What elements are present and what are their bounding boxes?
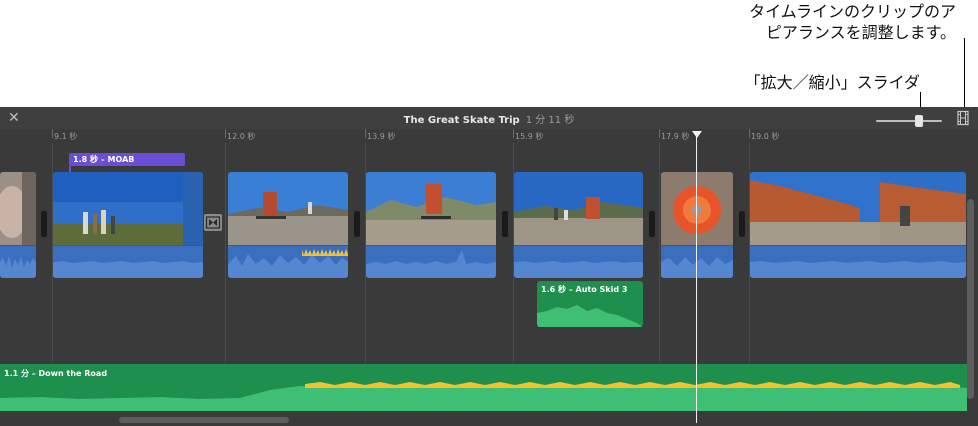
appearance-callout-leader [964,38,965,107]
project-name: The Great Skate Trip [403,115,520,126]
grid-line [225,143,226,363]
ruler-tick: 9.1 秒 [54,132,78,141]
ruler-tickline [749,129,750,138]
video-clip[interactable] [228,172,348,278]
zoom-slider-callout: 「拡大／縮小」スライダ [744,73,920,92]
playhead-icon[interactable] [692,131,702,138]
ruler-tickline [365,129,366,138]
clip-thumbnail [0,172,36,245]
time-ruler[interactable]: 9.1 秒 12.0 秒 13.9 秒 15.9 秒 17.9 秒 19.0 秒 [0,129,978,143]
clip-trim-handle[interactable] [41,211,47,237]
clip-thumbnail [366,172,496,245]
clip-audio-waveform [366,246,496,278]
ruler-tick: 13.9 秒 [367,132,396,141]
video-clip[interactable] [0,172,36,278]
appearance-callout-line2: ピアランスを調整します。 [765,23,956,42]
zoom-slider-thumb[interactable] [914,115,923,127]
music-waveform [0,382,967,411]
playhead-line[interactable] [696,133,697,423]
clip-thumbnail [750,172,966,245]
appearance-callout: タイムラインのクリップのア ピアランスを調整します。 [749,1,956,43]
appearance-callout-line1: タイムラインのクリップのア [749,2,956,21]
ruler-tickline [659,129,660,138]
ruler-tick: 12.0 秒 [227,132,256,141]
transition-glyph [205,216,221,229]
clip-thumbnail [228,172,348,245]
clip-trim-handle[interactable] [502,211,508,237]
clip-audio-waveform [514,246,643,278]
clip-trim-handle[interactable] [649,211,655,237]
clip-thumbnail [514,172,643,245]
vertical-scrollbar[interactable] [967,199,974,399]
clip-audio-waveform [661,246,733,278]
clip-trim-handle[interactable] [739,211,745,237]
horizontal-scrollbar[interactable] [119,417,289,423]
background-music-track[interactable]: 1.1 分 – Down the Road [0,364,967,411]
clip-trim-handle[interactable] [354,211,360,237]
sound-effect-clip[interactable]: 1.6 秒 – Auto Skid 3 [537,281,643,327]
video-clip[interactable] [366,172,496,278]
title-clip[interactable]: 1.8 秒 – MOAB [69,153,185,166]
ruler-tickline [52,129,53,138]
grid-line [659,143,660,363]
timeline-titlebar: ✕ The Great Skate Trip 1 分 11 秒 [0,107,978,129]
project-duration: 1 分 11 秒 [525,115,575,126]
transition-icon[interactable] [204,214,222,231]
clip-thumbnail [53,172,203,245]
sound-effect-waveform [537,305,643,327]
clip-audio-waveform [53,246,203,278]
filmstrip-icon [957,110,969,126]
clip-audio-waveform [750,246,966,278]
ruler-tickline [513,129,514,138]
project-title: The Great Skate Trip 1 分 11 秒 [0,111,978,126]
video-clip[interactable] [750,172,966,278]
zoom-slider-track [876,120,942,122]
video-clip[interactable] [661,172,733,278]
clip-appearance-button[interactable] [955,110,971,126]
ruler-tickline [225,129,226,138]
zoom-slider[interactable] [876,115,942,127]
ruler-tick: 19.0 秒 [751,132,780,141]
clip-audio-waveform [0,246,36,278]
video-clip[interactable] [53,172,203,278]
ruler-tick: 15.9 秒 [515,132,544,141]
video-clip[interactable] [514,172,643,278]
clip-audio-waveform [228,246,348,278]
timeline-editor: ✕ The Great Skate Trip 1 分 11 秒 9.1 秒 12… [0,107,978,426]
ruler-tick: 17.9 秒 [661,132,690,141]
clip-thumbnail [661,172,733,245]
